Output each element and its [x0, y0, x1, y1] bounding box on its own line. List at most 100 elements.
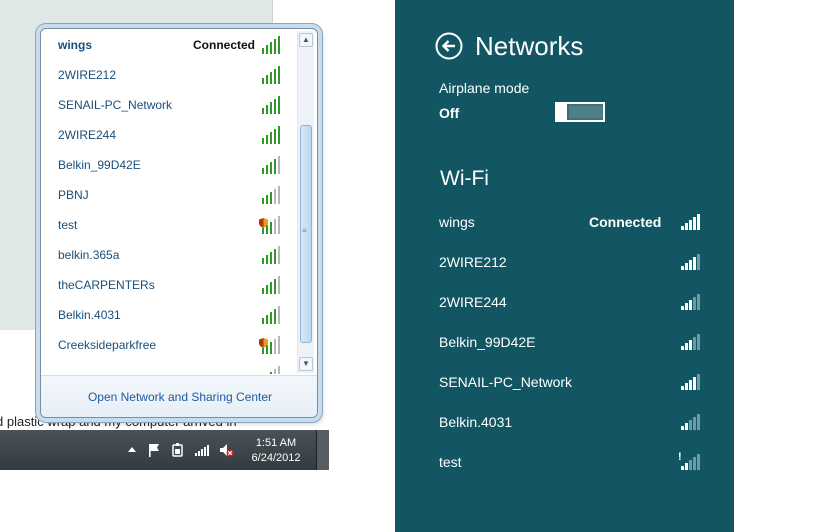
- win8-network-row[interactable]: wings Connected: [395, 214, 734, 254]
- signal-bar: [274, 339, 276, 354]
- win8-network-row[interactable]: 2WIRE212: [395, 254, 734, 294]
- win7-network-row[interactable]: SENAIL-PC_Network: [41, 89, 297, 119]
- signal-bar: [266, 135, 268, 144]
- win7-network-row[interactable]: test: [41, 209, 297, 239]
- signal-bar: [266, 255, 268, 264]
- signal-bar: [689, 340, 692, 350]
- signal-bar: [278, 276, 280, 294]
- network-name: Creeksideparkfree: [58, 338, 157, 352]
- show-hidden-icons-arrow[interactable]: [124, 442, 140, 458]
- win7-scrollbar[interactable]: ▲ ≡ ▼: [297, 31, 314, 373]
- signal-bar: [681, 266, 684, 270]
- win7-network-row[interactable]: Creeksideparkfree: [41, 329, 297, 359]
- win8-network-row[interactable]: 2WIRE244: [395, 294, 734, 334]
- signal-bar: [270, 342, 272, 354]
- open-network-sharing-center-link[interactable]: Open Network and Sharing Center: [41, 390, 317, 404]
- win7-network-row[interactable]: 2WIRE212: [41, 59, 297, 89]
- signal-strength-icon: [679, 454, 701, 470]
- signal-bar: [262, 48, 264, 54]
- speaker-muted-icon[interactable]: [218, 442, 234, 458]
- win7-network-row[interactable]: 2WIRE244: [41, 119, 297, 149]
- show-desktop-button[interactable]: [316, 430, 329, 470]
- network-name: wings: [439, 214, 475, 230]
- signal-bar: [693, 417, 696, 430]
- win7-flyout-footer: Open Network and Sharing Center: [41, 375, 317, 417]
- signal-bar: [262, 168, 264, 174]
- win8-network-row[interactable]: test!: [395, 451, 734, 494]
- signal-bar: [262, 198, 264, 204]
- network-name: belkin.365a: [58, 248, 120, 262]
- connection-status: Connected: [589, 214, 662, 230]
- signal-strength-icon: [262, 276, 284, 294]
- signal-bar: [689, 460, 692, 470]
- scroll-grip-icon: ≡: [302, 226, 307, 235]
- signal-bar: [274, 69, 276, 84]
- win8-network-row[interactable]: Belkin_99D42E: [395, 334, 734, 374]
- signal-bar: [685, 303, 688, 310]
- signal-bar: [693, 257, 696, 270]
- win7-network-row[interactable]: belkin.365a: [41, 239, 297, 269]
- signal-bar: [266, 315, 268, 324]
- signal-strength-icon: [262, 96, 284, 114]
- signal-bar: [681, 306, 684, 310]
- toggle-knob[interactable]: [557, 104, 567, 120]
- signal-bar: [685, 343, 688, 350]
- signal-bar: [278, 246, 280, 264]
- win7-network-row[interactable]: PBNJ: [41, 179, 297, 209]
- toggle-track: [569, 106, 603, 118]
- scroll-down-arrow-icon[interactable]: ▼: [299, 357, 313, 371]
- signal-bar: [697, 374, 700, 390]
- signal-bar: [266, 345, 268, 354]
- networks-title: Networks: [475, 31, 584, 61]
- wifi-heading: Wi-Fi: [440, 167, 489, 190]
- signal-bar: [270, 102, 272, 114]
- signal-bar: [262, 138, 264, 144]
- network-name: test: [58, 218, 78, 232]
- network-name: Belkin_99D42E: [58, 158, 141, 172]
- signal-bar: [270, 132, 272, 144]
- signal-bar: [693, 337, 696, 350]
- win8-network-row[interactable]: Belkin.4031: [395, 414, 734, 454]
- signal-bar: [278, 216, 280, 234]
- signal-bar: [270, 192, 272, 204]
- airplane-mode-label: Airplane mode: [439, 80, 530, 96]
- signal-bar: [685, 423, 688, 430]
- signal-bar: [270, 162, 272, 174]
- signal-bar: [266, 165, 268, 174]
- signal-strength-icon: [679, 414, 701, 430]
- signal-bar: [278, 66, 280, 84]
- signal-bar: [274, 129, 276, 144]
- signal-bar: [278, 186, 280, 204]
- network-signal-icon[interactable]: [194, 442, 210, 458]
- win7-network-row[interactable]: Belkin.4031: [41, 299, 297, 329]
- signal-strength-icon: [262, 336, 284, 354]
- win7-network-row[interactable]: theCARPENTERs: [41, 269, 297, 299]
- win7-network-row[interactable]: Belkin_99D42E: [41, 149, 297, 179]
- signal-strength-icon: [679, 374, 701, 390]
- action-center-flag-icon[interactable]: [146, 442, 162, 458]
- win7-desktop: d plastic wrap and my computer arrived i…: [0, 0, 329, 470]
- win8-networks-charm: Networks Airplane mode Off Wi-Fi wings Co…: [395, 0, 734, 532]
- signal-strength-icon: [262, 126, 284, 144]
- signal-bar: [266, 195, 268, 204]
- signal-bar: [278, 306, 280, 324]
- scroll-up-arrow-icon[interactable]: ▲: [299, 33, 313, 47]
- airplane-mode-toggle[interactable]: [555, 102, 605, 122]
- win7-network-row[interactable]: [41, 359, 297, 374]
- win8-network-row[interactable]: SENAIL-PC_Network: [395, 374, 734, 414]
- taskbar-clock[interactable]: 1:51 AM 6/24/2012: [244, 436, 308, 466]
- back-arrow-icon[interactable]: [435, 32, 463, 60]
- signal-bar: [266, 45, 268, 54]
- signal-bar: [270, 72, 272, 84]
- signal-bar: [270, 222, 272, 234]
- win7-network-flyout: wings Connected 2WIRE212 SENAIL-PC_Network 2…: [40, 28, 318, 418]
- win7-network-row[interactable]: wings Connected: [41, 29, 297, 59]
- signal-bar: [697, 294, 700, 310]
- signal-bar: [278, 126, 280, 144]
- signal-bar: [270, 42, 272, 54]
- signal-strength-icon: [262, 366, 284, 374]
- signal-bar: [693, 217, 696, 230]
- signal-strength-icon: [262, 216, 284, 234]
- signal-bar: [278, 336, 280, 354]
- power-icon[interactable]: [170, 442, 186, 458]
